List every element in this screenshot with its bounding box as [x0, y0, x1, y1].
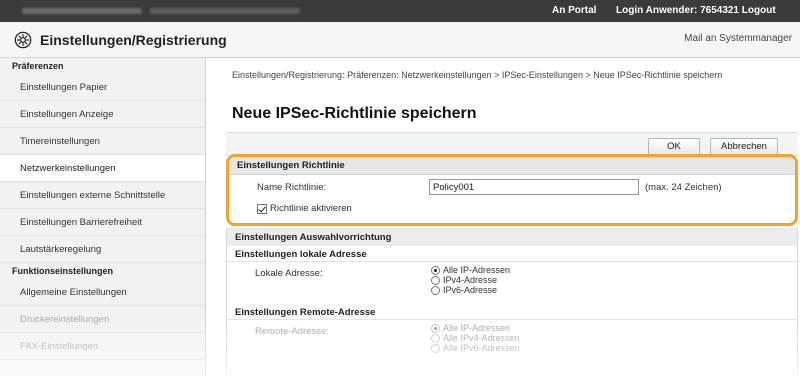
option-label: IPv6-Adresse: [443, 285, 498, 295]
option-label: Alle IPv6-Adressen: [443, 343, 520, 353]
sidebar-section-function-settings: Funktionseinstellungen: [12, 266, 114, 276]
remote-option-ipv6[interactable]: Alle IPv6-Adressen: [431, 343, 520, 353]
radio-button[interactable]: [431, 285, 440, 295]
option-label: Alle IPv4-Adressen: [443, 333, 520, 343]
option-label: IPv4-Adresse: [443, 275, 498, 285]
radio-button[interactable]: [431, 333, 440, 343]
remote-address-block: Remote-Adresse: Alle IP-Adressen Alle IP…: [227, 320, 797, 362]
sidebar-item-printer[interactable]: Druckereinstellungen: [0, 306, 205, 333]
policy-settings-title: Einstellungen Richtlinie: [229, 157, 795, 175]
local-option-all[interactable]: Alle IP-Adressen: [431, 265, 510, 275]
sidebar-item-external-interface[interactable]: Einstellungen externe Schnittstelle: [0, 182, 205, 209]
local-address-settings-title: Einstellungen lokale Adresse: [227, 246, 797, 262]
sidebar-item-timer[interactable]: Timereinstellungen: [0, 128, 205, 155]
enable-policy-checkbox-label[interactable]: Richtlinie aktivieren: [257, 203, 352, 214]
blurred-device-info: [150, 8, 300, 14]
main-content: Einstellungen/Registrierung: Präferenzen…: [206, 58, 800, 376]
sidebar-item-accessibility[interactable]: Einstellungen Barrierefreiheit: [0, 209, 205, 236]
policy-name-input[interactable]: [429, 179, 639, 195]
sidebar-item-volume[interactable]: Lautstärkeregelung: [0, 236, 205, 263]
action-toolbar: OK Abbrechen: [226, 132, 798, 156]
remote-option-ipv4[interactable]: Alle IPv4-Adressen: [431, 333, 520, 343]
remote-option-all[interactable]: Alle IP-Adressen: [431, 323, 520, 333]
local-address-block: Lokale Adresse: Alle IP-Adressen IPv4-Ad…: [227, 262, 797, 304]
radio-button[interactable]: [431, 265, 440, 275]
page-title: Neue IPSec-Richtlinie speichern: [232, 105, 477, 122]
page-header: Einstellungen/Registrierung Mail an Syst…: [0, 22, 800, 58]
option-label: Alle IP-Adressen: [443, 265, 511, 275]
remote-address-settings-title: Einstellungen Remote-Adresse: [227, 304, 797, 320]
portal-link[interactable]: An Portal: [552, 5, 596, 16]
sidebar-item-display[interactable]: Einstellungen Anzeige: [0, 101, 205, 128]
blurred-device-name: [22, 8, 142, 14]
local-address-options: Alle IP-Adressen IPv4-Adresse IPv6-Adres…: [431, 265, 510, 295]
radio-button[interactable]: [431, 323, 440, 333]
radio-button[interactable]: [431, 343, 440, 353]
option-label: Alle IP-Adressen: [443, 323, 511, 333]
page-header-title: Einstellungen/Registrierung: [40, 32, 227, 48]
policy-settings-panel: Einstellungen Richtlinie Name Richtlinie…: [226, 154, 798, 226]
breadcrumb: Einstellungen/Registrierung: Präferenzen…: [232, 70, 723, 80]
enable-policy-row: Richtlinie aktivieren: [229, 199, 795, 223]
sidebar-item-network[interactable]: Netzwerkeinstellungen: [0, 155, 205, 182]
local-option-ipv4[interactable]: IPv4-Adresse: [431, 275, 510, 285]
policy-name-row: Name Richtlinie: (max. 24 Zeichen): [229, 175, 795, 199]
selector-settings-panel: Einstellungen Auswahlvorrichtung Einstel…: [226, 228, 798, 376]
sidebar-item-fax[interactable]: FAX-Einstellungen: [0, 333, 205, 360]
remote-address-label: Remote-Adresse:: [255, 326, 329, 337]
radio-button[interactable]: [431, 275, 440, 285]
remote-address-options: Alle IP-Adressen Alle IPv4-Adressen Alle…: [431, 323, 520, 353]
sidebar-item-general[interactable]: Allgemeine Einstellungen: [0, 279, 205, 306]
local-address-label: Lokale Adresse:: [255, 268, 323, 279]
sidebar-section-preferences: Präferenzen: [12, 61, 64, 71]
login-user-info[interactable]: Login Anwender: 7654321 Logout: [616, 5, 776, 16]
enable-policy-checkbox[interactable]: [257, 203, 267, 214]
sidebar-item-paper[interactable]: Einstellungen Papier: [0, 74, 205, 101]
policy-name-hint: (max. 24 Zeichen): [645, 182, 722, 193]
sidebar: Präferenzen Einstellungen Papier Einstel…: [0, 58, 206, 376]
policy-name-label: Name Richtlinie:: [257, 182, 327, 193]
mail-to-system-manager-link[interactable]: Mail an Systemmanager: [684, 33, 792, 44]
enable-policy-label: Richtlinie aktivieren: [270, 203, 352, 214]
gear-icon: [14, 31, 32, 49]
selector-settings-title: Einstellungen Auswahlvorrichtung: [227, 228, 797, 246]
top-bar: An Portal Login Anwender: 7654321 Logout: [0, 0, 800, 22]
local-option-ipv6[interactable]: IPv6-Adresse: [431, 285, 510, 295]
